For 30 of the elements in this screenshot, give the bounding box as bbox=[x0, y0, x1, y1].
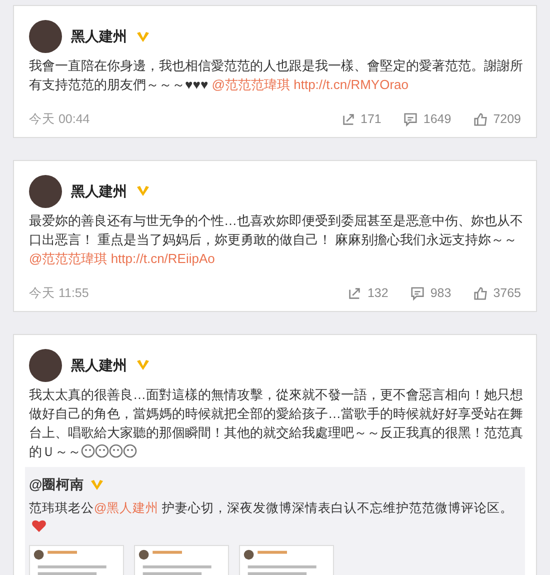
comment-icon bbox=[403, 112, 418, 127]
post-time[interactable]: 今天 00:44 bbox=[29, 110, 90, 129]
mention-link[interactable]: @范范范瑋琪 bbox=[212, 77, 290, 92]
avatar bbox=[29, 348, 62, 382]
repost-author[interactable]: @圈柯南 bbox=[29, 474, 84, 495]
thumbs-up-icon bbox=[473, 286, 488, 301]
mention-link[interactable]: @范范范瑋琪 bbox=[29, 250, 108, 266]
url-link[interactable]: http://t.cn/REiipAo bbox=[110, 250, 215, 266]
author-name[interactable]: 黑人建州 bbox=[71, 354, 127, 376]
like-count[interactable]: 7209 bbox=[493, 110, 521, 129]
repost-text: 范玮琪老公@黑人建州 护妻心切，深夜发微博深情表白认不忘维护范范微博评论区。 bbox=[29, 498, 525, 537]
thumbs-up-icon bbox=[473, 112, 488, 127]
comment-count[interactable]: 1649 bbox=[423, 110, 452, 129]
author-name[interactable]: 黑人建州 bbox=[71, 180, 127, 202]
comment-count[interactable]: 983 bbox=[430, 284, 452, 302]
url-link[interactable]: http://t.cn/RMYOrao bbox=[294, 77, 408, 92]
avatar bbox=[29, 20, 62, 53]
author-name[interactable]: 黑人建州 bbox=[71, 26, 127, 47]
like-count[interactable]: 3765 bbox=[493, 284, 521, 302]
post-time[interactable]: 今天 11:55 bbox=[29, 284, 89, 302]
repost-count[interactable]: 132 bbox=[367, 284, 388, 302]
avatar bbox=[29, 174, 62, 208]
post-text: 最爱妳的善良还有与世无争的个性…也喜欢妳即便受到委屈甚至是恶意中伤、妳也从不口出恶言！ 重点是当了妈妈后，妳更勇敢的做自己！ 麻麻别擔心我们永远支持妳～～ @范范范瑋琪 http://t.cn/REiipAo bbox=[29, 212, 524, 268]
share-icon bbox=[347, 286, 362, 301]
comment-icon bbox=[410, 286, 426, 301]
share-icon bbox=[340, 112, 356, 127]
post-text: 我會一直陪在你身邊，我也相信愛范范的人也跟是我一樣、會堅定的愛著范范。謝謝所有支持范范的朋友們～～～♥♥♥ @范范范瑋琪 http://t.cn/RMYOrao bbox=[29, 57, 524, 94]
mention-link[interactable]: @黑人建州 bbox=[94, 500, 159, 515]
post-text: 我太太真的很善良…面對這樣的無情攻擊，從來就不發一語，更不會惡言相向！她只想做好自己的角色，當媽媽的時候就把全部的愛給孩子…當歌手的時候就好好享受站在舞台上、唱歌給大家聽的那個瞬間！其他的就交給我處理吧～～反正我真的很黑！范范真的Ｕ～～ bbox=[29, 386, 524, 460]
repost-count[interactable]: 171 bbox=[360, 110, 382, 129]
